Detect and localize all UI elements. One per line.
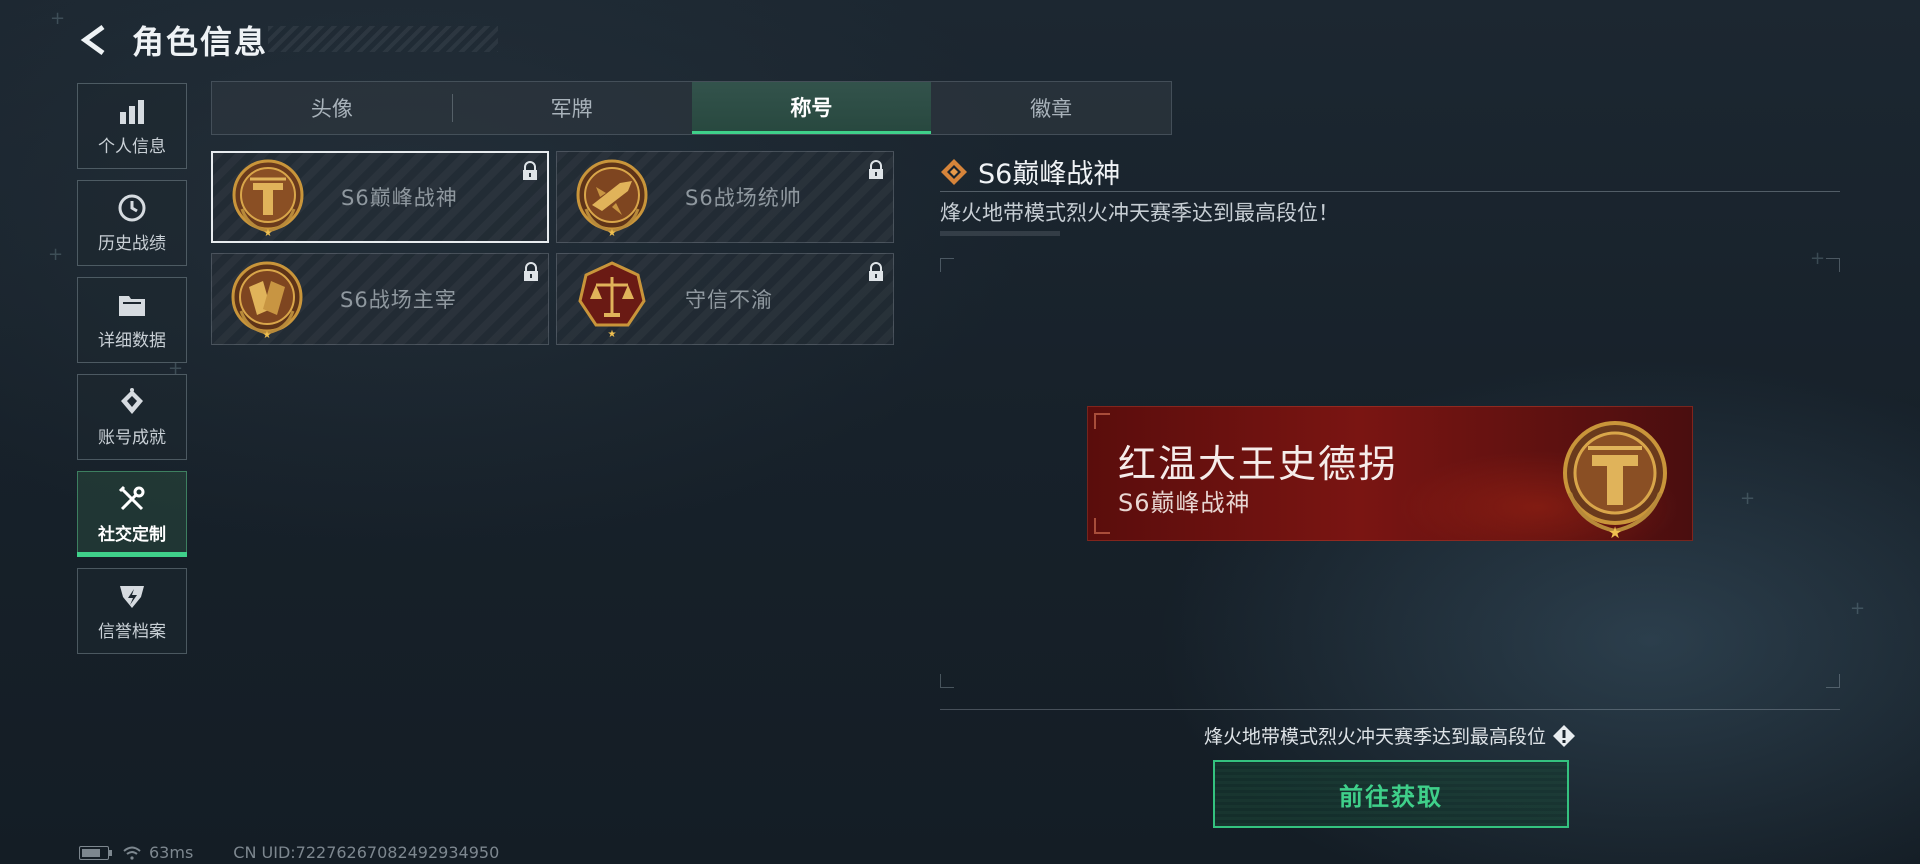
bar-chart-icon: [117, 96, 147, 126]
ping-value: 63ms: [149, 843, 194, 862]
sidebar-item-personal-info[interactable]: 个人信息: [77, 83, 187, 169]
sidebar-item-label: 个人信息: [98, 136, 166, 157]
lock-icon: [524, 262, 538, 281]
lock-icon: [523, 161, 537, 180]
sidebar-item-label: 账号成就: [98, 427, 166, 448]
sidebar-item-history[interactable]: 历史战绩: [77, 180, 187, 266]
frame-corner: [940, 674, 954, 688]
nameplate-title: S6巅峰战神: [1118, 489, 1251, 517]
title-card-grid: ★ S6巅峰战神 ★ S6战场统帅 ★ S6战场主宰 ★ 守信不渝: [211, 151, 894, 345]
svg-text:★: ★: [608, 228, 617, 237]
title-card[interactable]: ★ 守信不渝: [556, 253, 894, 345]
battery-icon: [79, 845, 112, 860]
sidebar-item-label: 信誉档案: [98, 621, 166, 642]
svg-text:★: ★: [608, 329, 617, 339]
sidebar-item-detailed-data[interactable]: 详细数据: [77, 277, 187, 363]
info-icon[interactable]: [1552, 724, 1576, 748]
divider: [940, 709, 1840, 710]
detail-title: S6巅峰战神: [978, 159, 1121, 190]
page-title: 角色信息: [132, 23, 269, 61]
detail-description: 烽火地带模式烈火冲天赛季达到最高段位！: [940, 201, 1339, 225]
scales-emblem-icon: ★: [578, 261, 646, 339]
tab-title[interactable]: 称号: [691, 82, 932, 134]
sidebar-item-label: 详细数据: [98, 330, 166, 351]
detail-header: S6巅峰战神: [940, 152, 1120, 191]
divider: [940, 191, 1840, 192]
status-bar: 63ms CN UID:72276267082492934950: [79, 843, 499, 862]
wifi-icon: [123, 846, 141, 860]
clock-icon: [117, 193, 147, 223]
decor-plus: +: [50, 8, 66, 29]
sidebar-item-label: 社交定制: [98, 524, 166, 545]
detail-placeholder-bar: [940, 231, 1060, 236]
gauntlet-emblem-icon: ★: [231, 261, 303, 339]
lock-icon: [869, 262, 883, 281]
titan-emblem-icon: ★: [232, 159, 304, 237]
lock-icon: [869, 160, 883, 179]
title-decoration: [268, 26, 498, 52]
title-card-name: S6战场主宰: [340, 288, 457, 312]
sidebar: 个人信息 历史战绩 详细数据 账号成就 社交定制 信誉档案: [77, 83, 187, 665]
nameplate-preview: 红温大王史德拐 S6巅峰战神 ★: [1087, 406, 1693, 541]
shield-icon: [117, 581, 147, 611]
requirement: 烽火地带模式烈火冲天赛季达到最高段位: [1204, 722, 1576, 749]
titan-emblem-icon: ★: [1563, 421, 1667, 539]
title-card-name: 守信不渝: [685, 288, 773, 312]
jet-emblem-icon: ★: [576, 159, 648, 237]
back-arrow-icon: [80, 24, 105, 56]
sidebar-item-achievements[interactable]: 账号成就: [77, 374, 187, 460]
back-button[interactable]: [78, 22, 114, 58]
decor-plus: +: [48, 244, 64, 265]
page-header: 角色信息: [78, 18, 498, 62]
tab-dog-tag[interactable]: 军牌: [451, 82, 692, 134]
svg-text:★: ★: [1608, 523, 1622, 539]
title-card[interactable]: ★ S6巅峰战神: [211, 151, 549, 243]
tools-icon: [117, 484, 147, 514]
title-card[interactable]: ★ S6战场统帅: [556, 151, 894, 243]
sidebar-item-label: 历史战绩: [98, 233, 166, 254]
title-card-name: S6战场统帅: [685, 186, 802, 210]
frame-corner: [1826, 258, 1840, 272]
frame-corner: [940, 258, 954, 272]
svg-text:★: ★: [263, 330, 272, 339]
title-card-name: S6巅峰战神: [341, 186, 458, 210]
decor-plus: +: [1850, 598, 1866, 619]
tab-avatar[interactable]: 头像: [212, 82, 452, 134]
tab-badge[interactable]: 徽章: [931, 82, 1171, 134]
frame-corner: [1826, 674, 1840, 688]
achievement-icon: [117, 387, 147, 417]
go-obtain-button[interactable]: 前往获取: [1213, 760, 1569, 828]
requirement-text: 烽火地带模式烈火冲天赛季达到最高段位: [1204, 726, 1547, 748]
user-uid: CN UID:72276267082492934950: [233, 843, 500, 862]
tab-bar: 头像 军牌 称号 徽章: [211, 81, 1172, 135]
folder-icon: [117, 290, 147, 320]
sidebar-item-social-custom[interactable]: 社交定制: [77, 471, 187, 557]
svg-text:★: ★: [264, 228, 273, 237]
title-card[interactable]: ★ S6战场主宰: [211, 253, 549, 345]
diamond-icon: [941, 158, 967, 185]
sidebar-item-reputation[interactable]: 信誉档案: [77, 568, 187, 654]
nameplate-player-name: 红温大王史德拐: [1118, 442, 1399, 486]
